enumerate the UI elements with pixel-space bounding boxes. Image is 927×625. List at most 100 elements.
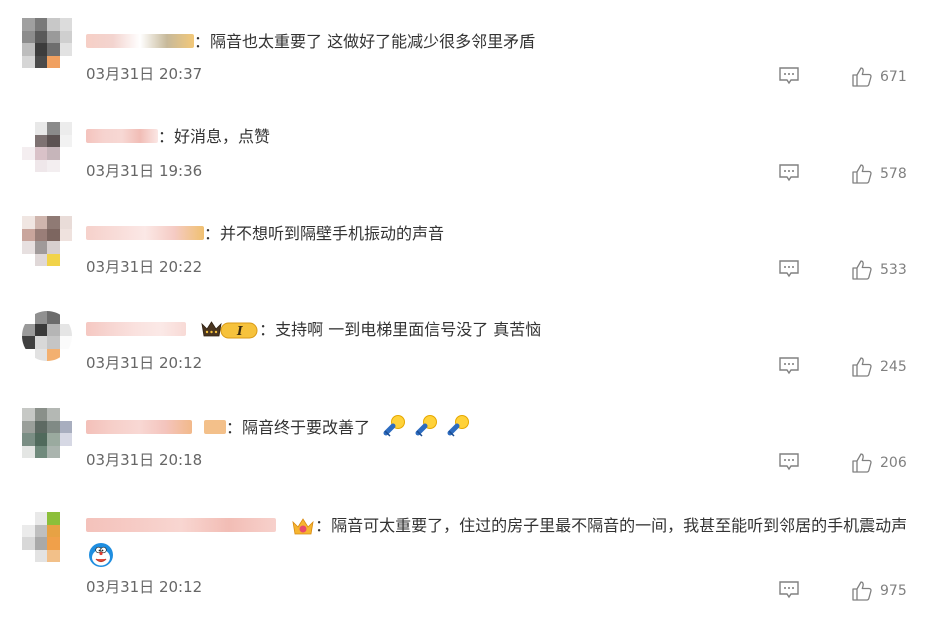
like-button[interactable]: 975 xyxy=(851,580,907,602)
doraemon-emoji-icon xyxy=(89,543,113,567)
avatar-pixel xyxy=(59,323,72,336)
comment-icon[interactable] xyxy=(778,66,800,86)
avatar-pixel xyxy=(22,134,35,147)
avatar-pixel xyxy=(47,512,60,525)
lightbulb-emoji-icon xyxy=(447,415,470,437)
comment-text: 隔音也太重要了 这做好了能减少很多邻里矛盾 xyxy=(210,32,536,51)
comment-text: 隔音终于要改善了 xyxy=(242,418,371,437)
crown-badge-icon[interactable]: I xyxy=(201,319,259,341)
like-button[interactable]: 245 xyxy=(851,356,907,378)
username[interactable] xyxy=(86,34,194,48)
avatar-pixel xyxy=(34,122,47,135)
avatar[interactable] xyxy=(22,311,72,361)
comment-date: 03月31日 20:37 xyxy=(86,65,203,83)
avatar-pixel xyxy=(22,524,35,537)
comment-date: 03月31日 20:12 xyxy=(86,578,203,596)
comment-line: ：隔音终于要改善了 xyxy=(86,414,907,440)
comment-line: I ：支持啊 一到电梯里面信号没了 真苦恼 xyxy=(86,318,907,342)
avatar-pixel xyxy=(59,445,72,458)
avatar[interactable] xyxy=(22,18,72,68)
avatar-pixel xyxy=(47,323,60,336)
avatar-pixel xyxy=(34,445,47,458)
comment-icon[interactable] xyxy=(778,452,800,472)
comment-text: 并不想听到隔壁手机振动的声音 xyxy=(220,224,445,243)
avatar-pixel xyxy=(47,18,60,31)
avatar-pixel xyxy=(22,122,35,135)
avatar-pixel xyxy=(59,253,72,266)
avatar-pixel xyxy=(22,420,35,433)
avatar-pixel xyxy=(59,311,72,324)
avatar-pixel xyxy=(47,336,60,349)
lightbulb-emoji-icon xyxy=(383,415,406,437)
avatar-pixel xyxy=(47,420,60,433)
avatar-pixel xyxy=(47,445,60,458)
avatar-pixel xyxy=(47,216,60,229)
avatar[interactable] xyxy=(22,512,72,562)
avatar-pixel xyxy=(59,512,72,525)
username[interactable] xyxy=(86,226,204,240)
avatar-pixel xyxy=(34,43,47,56)
avatar[interactable] xyxy=(22,216,72,266)
colon: ： xyxy=(259,320,276,339)
username[interactable] xyxy=(86,129,158,143)
comment-icon[interactable] xyxy=(778,580,800,600)
comment-icon[interactable] xyxy=(778,163,800,183)
comment-date: 03月31日 20:12 xyxy=(86,354,203,372)
comment-date: 03月31日 20:22 xyxy=(86,258,203,276)
avatar-pixel xyxy=(22,336,35,349)
avatar-pixel xyxy=(22,348,35,361)
avatar-pixel xyxy=(22,537,35,550)
avatar-pixel xyxy=(59,134,72,147)
avatar-pixel xyxy=(22,408,35,421)
like-count: 245 xyxy=(880,359,907,375)
avatar[interactable] xyxy=(22,408,72,458)
avatar-pixel xyxy=(34,159,47,172)
avatar-pixel xyxy=(34,537,47,550)
like-count: 671 xyxy=(880,69,907,85)
like-count: 206 xyxy=(880,455,907,471)
avatar-pixel xyxy=(59,549,72,562)
comment-line: ：隔音也太重要了 这做好了能减少很多邻里矛盾 xyxy=(86,30,907,54)
like-button[interactable]: 578 xyxy=(851,163,907,185)
avatar-pixel xyxy=(22,241,35,254)
avatar-pixel xyxy=(59,18,72,31)
avatar-pixel xyxy=(34,420,47,433)
thumbs-up-icon xyxy=(852,453,872,473)
avatar-pixel xyxy=(34,524,47,537)
avatar-pixel xyxy=(22,18,35,31)
avatar-pixel xyxy=(59,537,72,550)
thumbs-up-icon xyxy=(852,164,872,184)
thumbs-up-icon xyxy=(852,581,872,601)
like-button[interactable]: 671 xyxy=(851,66,907,88)
avatar-pixel xyxy=(47,55,60,68)
avatar-pixel xyxy=(22,512,35,525)
crown-badge-icon[interactable] xyxy=(291,515,315,537)
avatar[interactable] xyxy=(22,122,72,172)
like-count: 533 xyxy=(880,262,907,278)
comment-icon[interactable] xyxy=(778,356,800,376)
avatar-pixel xyxy=(22,445,35,458)
avatar-pixel xyxy=(22,159,35,172)
avatar-pixel xyxy=(34,433,47,446)
username[interactable] xyxy=(86,420,192,434)
avatar-pixel xyxy=(34,134,47,147)
colon: ： xyxy=(226,418,243,437)
avatar-pixel xyxy=(22,228,35,241)
colon: ： xyxy=(315,516,332,535)
username[interactable] xyxy=(86,322,186,336)
avatar-pixel xyxy=(47,122,60,135)
like-button[interactable]: 533 xyxy=(851,259,907,281)
colon: ： xyxy=(204,224,221,243)
avatar-pixel xyxy=(34,228,47,241)
username[interactable] xyxy=(86,518,276,532)
avatar-pixel xyxy=(47,408,60,421)
avatar-pixel xyxy=(34,408,47,421)
like-count: 578 xyxy=(880,166,907,182)
lightbulb-emoji-icon xyxy=(415,415,438,437)
like-button[interactable]: 206 xyxy=(851,452,907,474)
comment-icon[interactable] xyxy=(778,259,800,279)
avatar-pixel xyxy=(34,241,47,254)
colon: ： xyxy=(158,127,175,146)
comment-text: 隔音可太重要了，住过的房子里最不隔音的一间，我甚至能听到邻居的手机震动声 xyxy=(331,516,908,535)
comment-line: ：并不想听到隔壁手机振动的声音 xyxy=(86,222,907,246)
